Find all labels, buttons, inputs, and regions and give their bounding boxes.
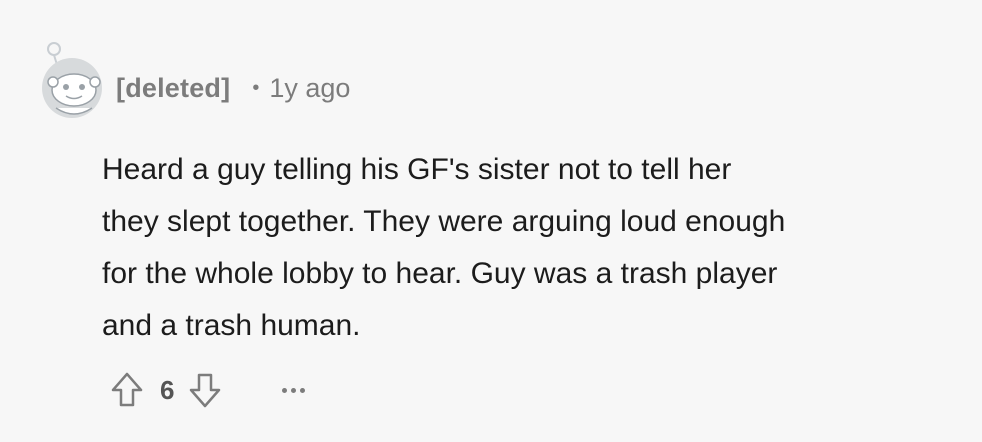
more-options-icon[interactable] — [282, 387, 306, 393]
downvote-arrow-icon[interactable] — [188, 370, 222, 410]
comment-timestamp[interactable]: 1y ago — [269, 73, 350, 104]
comment-body-line: for the whole lobby to hear. Guy was a t… — [102, 257, 778, 290]
meta-separator: • — [252, 76, 260, 99]
comment-body: Heard a guy telling his GF's sister not … — [102, 144, 962, 352]
comment-body-line: they slept together. They were arguing l… — [102, 205, 786, 238]
comment-actions: 6 — [110, 368, 306, 412]
author-name[interactable]: [deleted] — [116, 73, 230, 104]
vote-score: 6 — [160, 374, 175, 405]
comment-body-line: Heard a guy telling his GF's sister not … — [102, 153, 732, 186]
snoo-avatar-icon[interactable] — [36, 40, 108, 120]
comment-body-line: and a trash human. — [102, 309, 361, 342]
upvote-arrow-icon[interactable] — [110, 370, 144, 410]
comment-meta: [deleted] • 1y ago — [116, 68, 350, 108]
comment: [deleted] • 1y ago Heard a guy telling h… — [0, 0, 982, 442]
